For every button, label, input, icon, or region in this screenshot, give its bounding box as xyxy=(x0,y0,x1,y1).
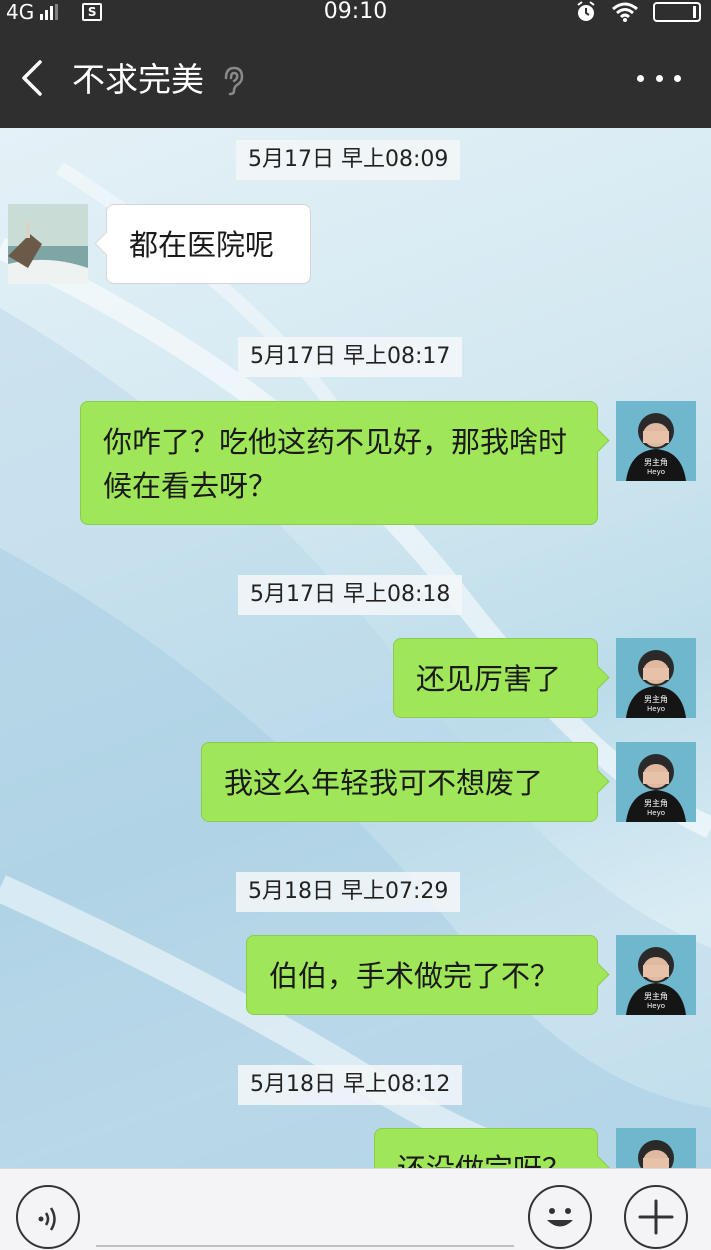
more-button[interactable] xyxy=(637,68,681,88)
message-text: 还见厉害了 xyxy=(416,662,562,696)
message-bubble-incoming[interactable]: 都在医院呢 xyxy=(106,204,311,284)
message-text: 都在医院呢 xyxy=(129,228,275,262)
message-timestamp: 5月17日 早上08:17 xyxy=(238,337,463,377)
my-avatar[interactable]: 男主角 Heyo xyxy=(616,401,696,481)
message-bubble-outgoing[interactable]: 我这么年轻我可不想废了 xyxy=(201,742,598,822)
my-avatar-image: 男主角 Heyo xyxy=(616,742,696,822)
avatar-caption: 男主角 xyxy=(644,457,668,467)
plus-icon xyxy=(638,1199,674,1235)
message-bubble-outgoing[interactable]: 还没做完呀？ xyxy=(374,1128,598,1168)
voice-icon xyxy=(38,1207,56,1231)
message-bubble-outgoing[interactable]: 还见厉害了 xyxy=(393,638,598,718)
message-timestamp: 5月17日 早上08:18 xyxy=(238,575,463,615)
avatar-caption: Heyo xyxy=(647,705,665,713)
avatar-caption: Heyo xyxy=(647,809,665,817)
back-arrow-icon[interactable] xyxy=(14,58,54,98)
avatar-caption: Heyo xyxy=(647,468,665,476)
my-avatar[interactable]: 男主角 Heyo xyxy=(616,935,696,1015)
my-avatar[interactable] xyxy=(616,1128,696,1168)
wifi-icon xyxy=(612,2,638,22)
message-text: 你咋了？吃他这药不见好，那我啥时候在看去呀？ xyxy=(103,425,568,503)
avatar-caption: Heyo xyxy=(647,1002,665,1010)
message-text: 还没做完呀？ xyxy=(397,1147,575,1168)
my-avatar[interactable]: 男主角 Heyo xyxy=(616,638,696,718)
message-text: 我这么年轻我可不想废了 xyxy=(224,766,544,800)
plus-button[interactable] xyxy=(624,1185,688,1249)
alarm-icon xyxy=(577,1,595,21)
avatar-caption: 男主角 xyxy=(644,694,668,704)
my-avatar-image: 男主角 Heyo xyxy=(616,638,696,718)
message-timestamp: 5月18日 早上07:29 xyxy=(236,872,461,912)
message-bubble-outgoing[interactable]: 你咋了？吃他这药不见好，那我啥时候在看去呀？ xyxy=(80,401,598,525)
status-right xyxy=(575,0,701,24)
my-avatar-image: 男主角 Heyo xyxy=(616,935,696,1015)
input-bar xyxy=(0,1168,711,1250)
my-avatar-image xyxy=(616,1128,696,1168)
my-avatar-image: 男主角 Heyo xyxy=(616,401,696,481)
message-input[interactable] xyxy=(96,1245,514,1247)
my-avatar[interactable]: 男主角 Heyo xyxy=(616,742,696,822)
more-dot xyxy=(674,74,681,82)
message-timestamp: 5月17日 早上08:09 xyxy=(236,140,461,180)
avatar-caption: 男主角 xyxy=(644,991,668,1001)
chat-area[interactable]: 5月17日 早上08:09 都在医院呢 5月17日 早上08:17 你咋了？吃他… xyxy=(0,128,711,1168)
title-bar: 不求完美 xyxy=(0,28,711,128)
more-dot xyxy=(637,74,644,82)
voice-button[interactable] xyxy=(16,1185,80,1249)
emoji-button[interactable] xyxy=(528,1185,592,1249)
message-bubble-outgoing[interactable]: 伯伯，手术做完了不？ xyxy=(246,935,598,1015)
more-dot xyxy=(655,74,663,82)
avatar-caption: 男主角 xyxy=(644,798,668,808)
ear-icon xyxy=(224,66,244,96)
message-timestamp: 5月18日 早上08:12 xyxy=(238,1065,463,1105)
contact-avatar-image xyxy=(8,204,88,284)
battery-icon xyxy=(653,2,701,22)
status-bar: 4G S 09:10 xyxy=(0,0,711,28)
message-text: 伯伯，手术做完了不？ xyxy=(269,959,560,993)
emoji-icon xyxy=(547,1208,573,1227)
chat-title: 不求完美 xyxy=(72,60,204,99)
contact-avatar[interactable] xyxy=(8,204,88,284)
